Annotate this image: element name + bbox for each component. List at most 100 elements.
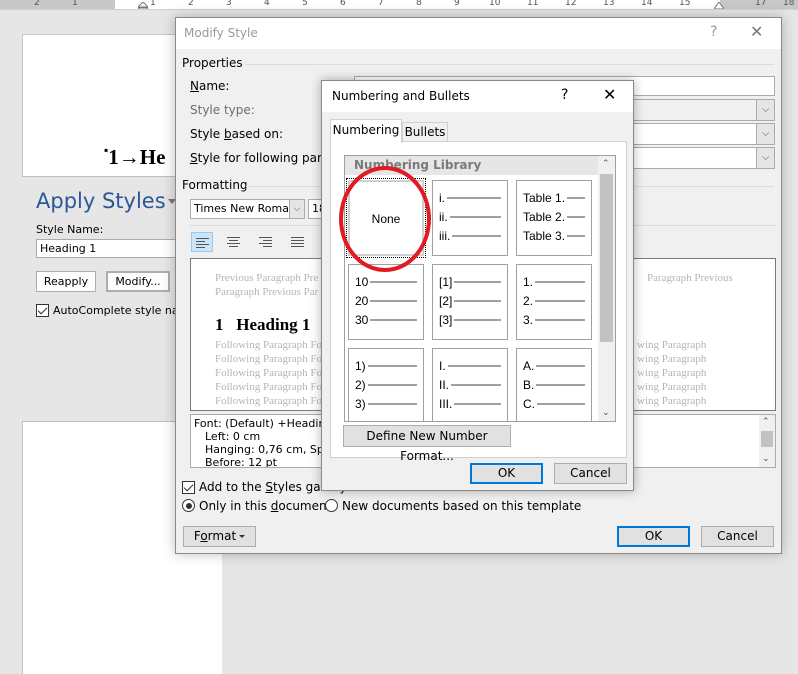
document-heading: ▪1→He — [104, 143, 166, 170]
ruler-tick: 1 — [150, 0, 156, 8]
preview-heading: 1 Heading 1 — [215, 315, 311, 334]
close-icon[interactable]: ✕ — [750, 22, 763, 41]
new-documents-option[interactable]: New documents based on this template — [325, 499, 581, 513]
numbering-bullets-dialog: Numbering and Bullets ? ✕ Numbering Bull… — [321, 80, 634, 491]
autocomplete-checkbox[interactable] — [36, 304, 49, 317]
numbering-option-none[interactable]: None — [346, 178, 426, 258]
apply-styles-pane: Apply Styles Style Name: Heading 1 Reapp… — [22, 176, 189, 422]
indent-marker-icon[interactable] — [138, 2, 148, 10]
scroll-thumb[interactable] — [761, 431, 773, 447]
numbering-option-paren[interactable]: 1) 2) 3) — [348, 348, 424, 421]
preview-following-text: Following Paragraph Fo — [215, 395, 322, 407]
justify-button[interactable] — [287, 232, 309, 252]
preview-following-text: wing Paragraph — [637, 367, 707, 379]
dialog-title: Numbering and Bullets — [332, 89, 470, 103]
ruler-tick: 17 — [755, 0, 767, 8]
only-this-document-option[interactable]: Only in this document — [182, 499, 331, 513]
numbering-tab-panel: Numbering Library None i. ii. iii. Table… — [330, 141, 627, 458]
scroll-down-icon[interactable]: ⌄ — [602, 408, 610, 418]
preview-following-text: Following Paragraph Fo — [215, 367, 322, 379]
scroll-down-icon[interactable]: ⌄ — [762, 453, 770, 466]
help-icon[interactable]: ? — [561, 87, 568, 103]
preview-following-text: Following Paragraph Fo — [215, 381, 322, 393]
preview-following-text: wing Paragraph — [637, 395, 707, 407]
horizontal-ruler[interactable]: 2 1 1 2 3 4 5 6 7 8 9 10 11 12 13 14 15 … — [0, 0, 798, 10]
ruler-tick: 9 — [454, 0, 460, 8]
style-based-on-label: Style based on: — [190, 127, 284, 141]
format-menu-button[interactable]: Format — [183, 526, 256, 547]
apply-styles-title: Apply Styles — [36, 189, 166, 213]
tab-bullets[interactable]: Bullets — [402, 122, 448, 143]
numbering-option-alpha-upper[interactable]: A. B. C. — [516, 348, 592, 421]
numbering-option-tens[interactable]: 10 20 30 — [348, 264, 424, 340]
tab-numbering[interactable]: Numbering — [330, 119, 402, 143]
caret-down-icon — [239, 535, 246, 538]
preview-following-text: wing Paragraph — [637, 339, 707, 351]
ruler-tick: 1 — [72, 0, 78, 8]
autocomplete-option[interactable]: AutoComplete style nam — [36, 304, 189, 317]
modify-style-titlebar[interactable]: Modify Style ? ✕ — [176, 18, 781, 49]
cancel-button[interactable]: Cancel — [554, 463, 627, 484]
ruler-tick: 2 — [34, 0, 40, 8]
ruler-tick: 18 — [783, 0, 795, 8]
numbering-option-roman-lower[interactable]: i. ii. iii. — [432, 180, 508, 256]
style-name-label: Style Name: — [36, 223, 104, 236]
font-select[interactable]: Times New Roman ⌵ — [190, 199, 305, 219]
ruler-tick: 3 — [226, 0, 232, 8]
ruler-tick: 7 — [378, 0, 384, 8]
library-scrollbar[interactable]: ⌃ ⌄ — [598, 156, 615, 421]
heading-number: 1 — [108, 145, 119, 169]
cancel-button[interactable]: Cancel — [701, 526, 774, 547]
chevron-down-icon: ⌵ — [756, 148, 774, 168]
align-center-button[interactable] — [223, 232, 245, 252]
preview-following-text: Following Paragraph Fo — [215, 339, 322, 351]
numbering-option-bracket[interactable]: [1] [2] [3] — [432, 264, 508, 340]
font-value: Times New Roman — [194, 202, 296, 215]
numbering-option-roman-upper[interactable]: I. II. III. — [432, 348, 508, 421]
new-documents-radio[interactable] — [325, 499, 338, 512]
align-right-button[interactable] — [255, 232, 277, 252]
numbering-option-table[interactable]: Table 1. Table 2. Table 3. — [516, 180, 592, 256]
ruler-tick: 5 — [302, 0, 308, 8]
define-new-number-format-button[interactable]: Define New Number Format... — [343, 425, 511, 463]
ruler-tick: 8 — [416, 0, 422, 8]
ruler-tick: 6 — [340, 0, 346, 8]
ruler-tick: 4 — [264, 0, 270, 8]
add-to-gallery-checkbox[interactable] — [182, 481, 195, 494]
ruler-left-margin — [0, 0, 115, 9]
dialog-title: Modify Style — [184, 26, 258, 40]
chevron-down-icon: ⌵ — [756, 100, 774, 120]
ok-button[interactable]: OK — [617, 526, 690, 547]
preview-previous-text: Paragraph Previous Par — [215, 286, 319, 298]
none-label: None — [371, 212, 401, 226]
paragraph-mark-dot: ▪ — [104, 143, 109, 157]
close-icon[interactable]: ✕ — [603, 85, 616, 104]
scroll-up-icon[interactable]: ⌃ — [602, 159, 610, 169]
ruler-tick: 10 — [489, 0, 501, 8]
preview-previous-text: Paragraph Previous — [647, 272, 733, 284]
name-label: Name: — [190, 79, 230, 93]
heading-text: He — [139, 145, 166, 169]
description-scrollbar[interactable]: ⌃ ⌄ — [759, 415, 775, 467]
right-indent-marker-icon[interactable] — [714, 2, 724, 10]
preview-following-text: Following Paragraph Fo — [215, 353, 322, 365]
preview-previous-text: Previous Paragraph Pre — [215, 272, 319, 284]
scroll-up-icon[interactable]: ⌃ — [762, 416, 770, 429]
numbering-option-decimal[interactable]: 1. 2. 3. — [516, 264, 592, 340]
chevron-down-icon: ⌵ — [756, 124, 774, 144]
ok-button[interactable]: OK — [470, 463, 543, 484]
reapply-button[interactable]: Reapply — [36, 271, 96, 292]
autocomplete-label: AutoComplete style nam — [53, 304, 190, 317]
style-name-input[interactable]: Heading 1 — [36, 239, 186, 258]
library-header: Numbering Library — [345, 156, 600, 175]
help-icon[interactable]: ? — [710, 24, 717, 40]
ruler-tick: 14 — [641, 0, 653, 8]
scroll-thumb[interactable] — [600, 174, 613, 342]
ruler-tick: 2 — [188, 0, 194, 8]
numbering-titlebar[interactable]: Numbering and Bullets ? ✕ — [322, 81, 633, 112]
preview-following-text: wing Paragraph — [637, 353, 707, 365]
align-left-button[interactable] — [191, 232, 213, 252]
only-this-document-radio[interactable] — [182, 499, 195, 512]
modify-button[interactable]: Modify... — [106, 271, 170, 292]
ruler-tick: 13 — [603, 0, 615, 8]
